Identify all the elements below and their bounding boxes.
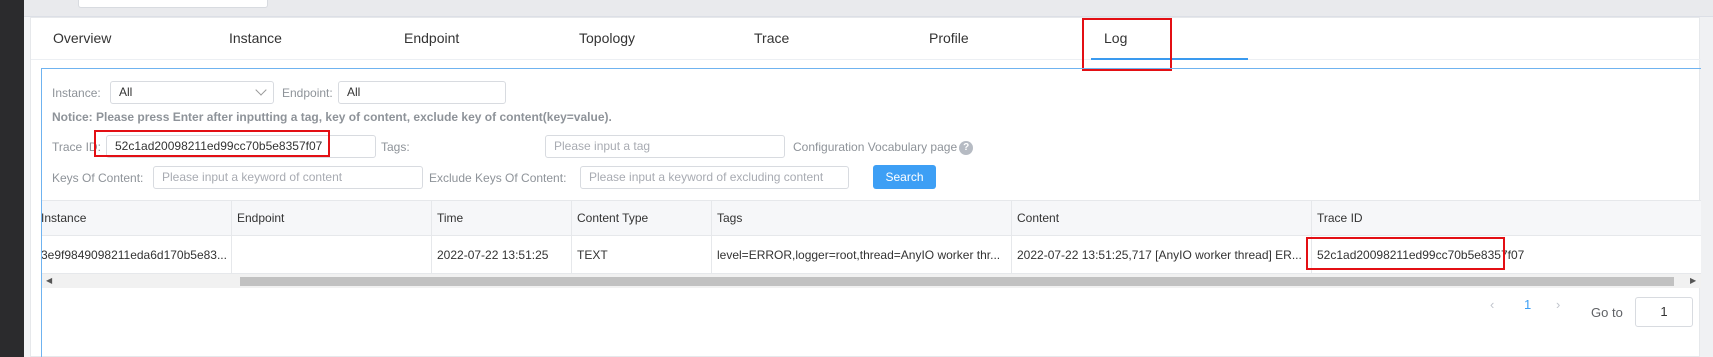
instance-label: Instance: [52, 86, 101, 100]
scroll-left-icon[interactable]: ◀ [46, 276, 52, 285]
tab-topology[interactable]: Topology [579, 30, 635, 46]
exclude-keys-input[interactable]: Please input a keyword of excluding cont… [580, 166, 849, 189]
exclude-keys-label: Exclude Keys Of Content: [429, 171, 567, 185]
table-row[interactable]: 3e9f9849098211eda6d170b5e83... 2022-07-2… [42, 236, 1701, 274]
goto-page-input[interactable]: 1 [1635, 297, 1693, 327]
col-tags[interactable]: Tags [712, 201, 1012, 235]
col-endpoint[interactable]: Endpoint [232, 201, 432, 235]
col-time[interactable]: Time [432, 201, 572, 235]
tags-label: Tags: [381, 140, 410, 154]
keys-of-content-input[interactable]: Please input a keyword of content [153, 166, 423, 189]
tab-trace[interactable]: Trace [754, 30, 789, 46]
cell-endpoint [232, 236, 432, 273]
cell-instance: 3e9f9849098211eda6d170b5e83... [42, 236, 232, 273]
col-content-type[interactable]: Content Type [572, 201, 712, 235]
scroll-right-icon[interactable]: ▶ [1690, 276, 1696, 285]
question-icon[interactable]: ? [959, 140, 974, 155]
trace-id-input[interactable]: 52c1ad20098211ed99cc70b5e8357f07 [106, 135, 376, 158]
col-trace-id[interactable]: Trace ID [1312, 201, 1701, 235]
vocab-link-text: Configuration Vocabulary page [793, 140, 958, 154]
table-header: Instance Endpoint Time Content Type Tags… [42, 200, 1701, 236]
window-edge [0, 0, 24, 357]
col-content[interactable]: Content [1012, 201, 1312, 235]
cell-tags: level=ERROR,logger=root,thread=AnyIO wor… [712, 236, 1012, 273]
tags-input[interactable]: Please input a tag [545, 135, 785, 158]
active-tab-indicator [1091, 58, 1248, 60]
keys-of-content-label: Keys Of Content: [52, 171, 144, 185]
tab-profile[interactable]: Profile [929, 30, 969, 46]
tab-log[interactable]: Log [1104, 30, 1127, 46]
tab-instance[interactable]: Instance [229, 30, 282, 46]
page-number[interactable]: 1 [1524, 297, 1531, 312]
horizontal-scrollbar[interactable]: ◀ ▶ [42, 274, 1701, 288]
cell-trace-id[interactable]: 52c1ad20098211ed99cc70b5e8357f07 [1312, 236, 1701, 273]
trace-id-label: Trace ID: [52, 140, 101, 154]
chevron-down-icon [255, 84, 267, 96]
instance-select[interactable]: All [110, 81, 274, 104]
next-page-icon[interactable]: › [1556, 297, 1560, 312]
cell-content-type: TEXT [572, 236, 712, 273]
right-gutter [1700, 17, 1713, 357]
endpoint-select[interactable]: All [338, 81, 506, 104]
top-bar [24, 0, 1713, 17]
goto-label: Go to [1591, 305, 1623, 320]
endpoint-label: Endpoint: [282, 86, 333, 100]
cell-content: 2022-07-22 13:51:25,717 [AnyIO worker th… [1012, 236, 1312, 273]
instance-value: All [119, 85, 133, 99]
configuration-vocabulary-link[interactable]: Configuration Vocabulary page? [793, 140, 974, 155]
prev-page-icon[interactable]: ‹ [1490, 297, 1494, 312]
search-button[interactable]: Search [873, 165, 936, 189]
notice-text: Notice: Please press Enter after inputti… [52, 110, 612, 124]
cell-time: 2022-07-22 13:51:25 [432, 236, 572, 273]
tab-overview[interactable]: Overview [53, 30, 111, 46]
tab-endpoint[interactable]: Endpoint [404, 30, 459, 46]
log-table: Instance Endpoint Time Content Type Tags… [42, 200, 1701, 288]
top-tab-stub [78, 0, 268, 8]
col-instance[interactable]: Instance [42, 201, 232, 235]
scrollbar-thumb[interactable] [240, 277, 1674, 286]
tab-bar: Overview Instance Endpoint Topology Trac… [31, 18, 1701, 60]
